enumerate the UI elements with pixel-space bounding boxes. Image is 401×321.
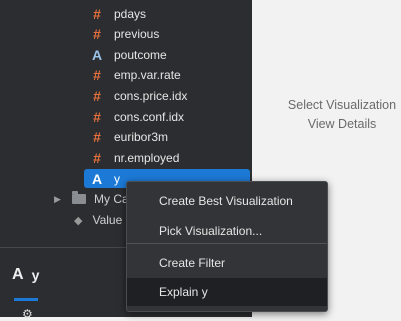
- field-label: nr.employed: [114, 150, 180, 165]
- hint-line-select-visualization: Select Visualization: [287, 98, 397, 112]
- field-label: y: [114, 171, 120, 186]
- hash-icon: #: [93, 149, 101, 166]
- menu-item-label: Pick Visualization...: [159, 224, 263, 238]
- field-item-pdays[interactable]: # pdays: [84, 4, 250, 23]
- folder-icon: [72, 191, 86, 204]
- active-tab-indicator: [14, 298, 38, 301]
- menu-separator: [127, 243, 327, 244]
- hint-line-view-details: View Details: [307, 117, 377, 131]
- string-a-icon: A: [12, 266, 24, 283]
- menu-item-label: Explain y: [159, 285, 208, 299]
- string-a-icon: A: [91, 170, 103, 187]
- field-item-cons-conf-idx[interactable]: # cons.conf.idx: [84, 107, 250, 126]
- field-item-nr-employed[interactable]: # nr.employed: [84, 148, 250, 167]
- field-label: euribor3m: [114, 129, 169, 144]
- context-menu: Create Best Visualization Pick Visualiza…: [126, 181, 328, 312]
- hash-icon: #: [93, 25, 101, 42]
- hash-icon: #: [93, 5, 101, 22]
- field-detail-header: A y: [0, 262, 126, 288]
- gear-icon[interactable]: ⚙: [22, 307, 33, 321]
- field-item-previous[interactable]: # previous: [84, 24, 250, 43]
- tag-icon: ◆: [74, 214, 83, 227]
- menu-item-create-best-visualization[interactable]: Create Best Visualization: [127, 187, 327, 215]
- field-item-poutcome[interactable]: A poutcome: [84, 45, 250, 64]
- tree-item-my-calculations[interactable]: ▶ My Ca: [54, 190, 129, 208]
- caret-right-icon[interactable]: ▶: [54, 194, 66, 205]
- field-item-cons-price-idx[interactable]: # cons.price.idx: [84, 86, 250, 105]
- hash-icon: #: [93, 128, 101, 145]
- field-label: previous: [114, 26, 160, 41]
- menu-item-label: Create Filter: [159, 256, 226, 270]
- field-label: emp.var.rate: [114, 67, 181, 82]
- menu-item-create-filter[interactable]: Create Filter: [127, 249, 327, 277]
- menu-item-label: Create Best Visualization: [159, 194, 293, 208]
- empty-state-hint: Select Visualization View Details: [262, 96, 401, 134]
- hash-icon: #: [93, 66, 101, 83]
- hash-icon: #: [93, 108, 101, 125]
- field-item-emp-var-rate[interactable]: # emp.var.rate: [84, 65, 250, 84]
- hash-icon: #: [93, 87, 101, 104]
- tree-item-value[interactable]: ◆ Value: [54, 211, 122, 229]
- field-label: cons.price.idx: [114, 88, 188, 103]
- field-item-euribor3m[interactable]: # euribor3m: [84, 127, 250, 146]
- string-a-icon: A: [91, 46, 103, 63]
- tree-item-label: My Ca: [94, 192, 129, 206]
- field-label: pdays: [114, 6, 147, 21]
- menu-item-explain-y[interactable]: Explain y: [127, 278, 327, 306]
- field-label: cons.conf.idx: [114, 109, 185, 124]
- field-label: poutcome: [114, 47, 167, 62]
- tree-item-label: Value: [92, 213, 123, 227]
- menu-item-pick-visualization[interactable]: Pick Visualization...: [127, 217, 327, 245]
- field-detail-name: y: [31, 267, 40, 283]
